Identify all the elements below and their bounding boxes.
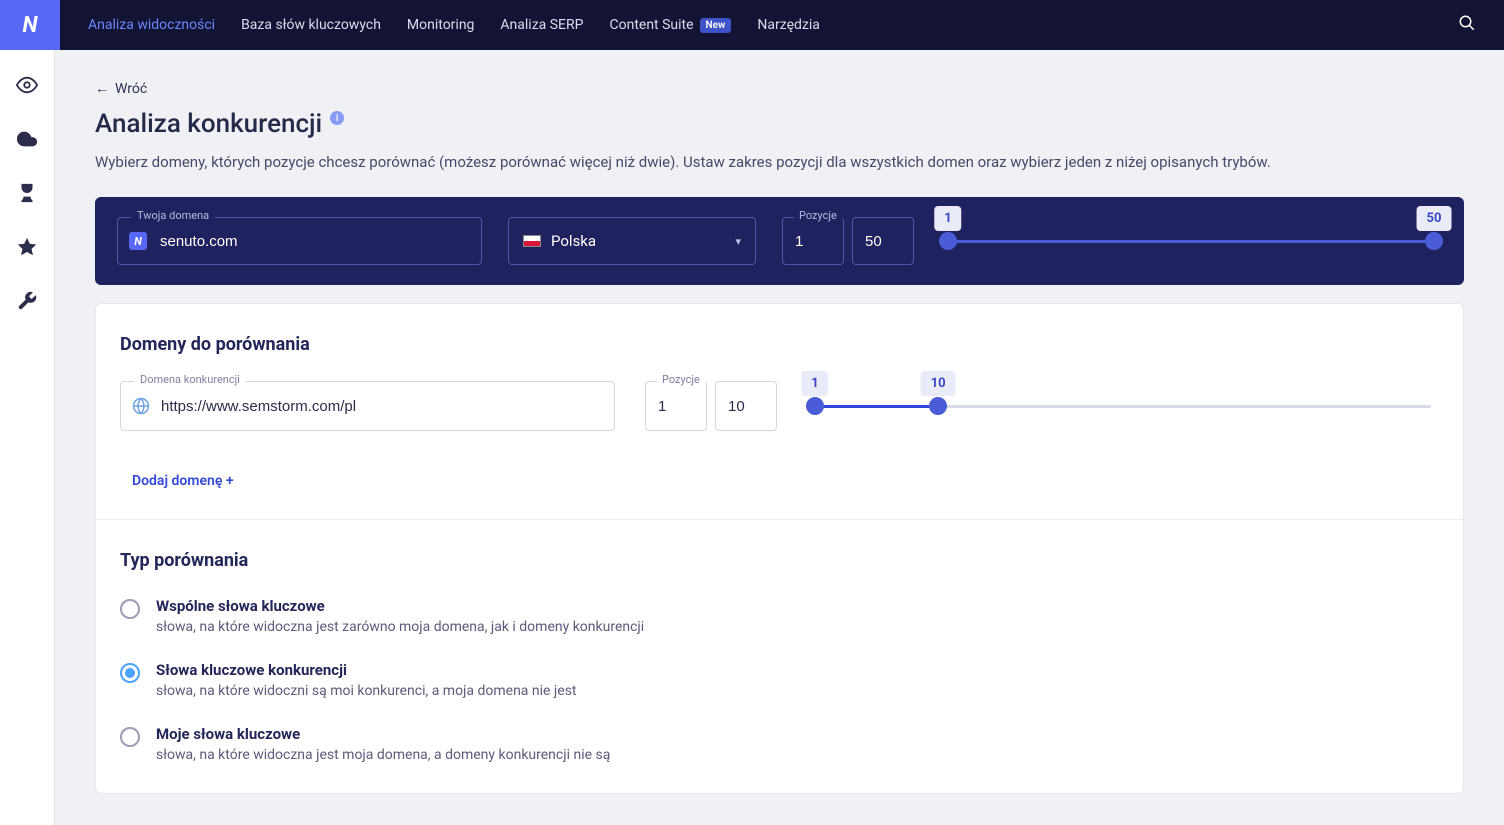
position-slider[interactable]: 1 10 — [807, 391, 1439, 422]
nav-label: Baza słów kluczowych — [241, 17, 381, 33]
trophy-icon[interactable] — [16, 182, 38, 208]
radio-option-my[interactable]: Moje słowa kluczowe słowa, na które wido… — [120, 725, 1439, 763]
radio-title: Moje słowa kluczowe — [156, 725, 610, 743]
country-label: Polska — [551, 232, 596, 250]
slider-thumb-min[interactable] — [939, 232, 957, 250]
nav-keyword-database[interactable]: Baza słów kluczowych — [233, 11, 389, 39]
nav-label: Analiza widoczności — [88, 17, 215, 33]
slider-thumb-max[interactable] — [929, 397, 947, 415]
radio-title: Wspólne słowa kluczowe — [156, 597, 644, 615]
section-title: Typ porównania — [120, 550, 1439, 571]
add-domain-label: Dodaj domenę + — [132, 473, 234, 489]
radio-title: Słowa kluczowe konkurencji — [156, 661, 577, 679]
slider-bubble-min: 1 — [801, 371, 828, 396]
info-icon[interactable]: i — [330, 111, 344, 125]
search-icon[interactable] — [1450, 6, 1484, 44]
nav-label: Analiza SERP — [500, 17, 583, 33]
radio-description: słowa, na które widoczna jest moja domen… — [156, 747, 610, 763]
nav-label: Narzędzia — [757, 17, 819, 33]
eye-icon[interactable] — [16, 74, 38, 100]
nav-content-suite[interactable]: Content Suite New — [601, 11, 739, 39]
compare-card: Domeny do porównania Domena konkurencji … — [95, 303, 1464, 794]
slider-bubble-min: 1 — [934, 206, 961, 231]
nav-tools[interactable]: Narzędzia — [749, 11, 827, 39]
your-domain-input[interactable] — [117, 217, 482, 265]
section-title: Domeny do porównania — [120, 334, 1439, 355]
radio-button[interactable] — [120, 663, 140, 683]
chevron-down-icon: ▾ — [735, 235, 741, 248]
position-to-input[interactable] — [852, 217, 914, 265]
page-title: Analiza konkurencji i — [95, 109, 1464, 139]
radio-button[interactable] — [120, 727, 140, 747]
radio-description: słowa, na które widoczna jest zarówno mo… — [156, 619, 644, 635]
divider — [96, 519, 1463, 520]
nav-label: Content Suite — [609, 17, 693, 33]
position-inputs: Pozycje — [782, 217, 914, 265]
position-from-input[interactable] — [645, 381, 707, 431]
input-label: Pozycje — [794, 209, 842, 222]
slider-bubble-max: 50 — [1417, 206, 1452, 231]
your-domain-panel: Twoja domena N Polska ▾ Pozycje 1 50 — [95, 197, 1464, 285]
star-icon[interactable] — [16, 236, 38, 262]
radio-option-competitor[interactable]: Słowa kluczowe konkurencji słowa, na któ… — [120, 661, 1439, 699]
radio-option-common[interactable]: Wspólne słowa kluczowe słowa, na które w… — [120, 597, 1439, 635]
country-select[interactable]: Polska ▾ — [508, 217, 756, 265]
position-inputs: Pozycje — [645, 381, 777, 431]
logo[interactable]: N — [0, 0, 60, 50]
back-button[interactable]: ← Wróć — [95, 80, 147, 97]
position-from-input[interactable] — [782, 217, 844, 265]
add-domain-button[interactable]: Dodaj domenę + — [132, 473, 234, 489]
position-to-input[interactable] — [715, 381, 777, 431]
wrench-icon[interactable] — [16, 290, 38, 316]
competitor-row: Domena konkurencji Pozycje 1 — [120, 381, 1439, 431]
flag-icon — [523, 235, 541, 247]
input-label: Twoja domena — [131, 209, 215, 222]
nav-serp-analysis[interactable]: Analiza SERP — [492, 11, 591, 39]
top-nav-items: Analiza widoczności Baza słów kluczowych… — [80, 11, 1450, 39]
main-content: ← Wróć Analiza konkurencji i Wybierz dom… — [55, 50, 1504, 825]
domain-brand-icon: N — [129, 232, 147, 250]
nav-visibility-analysis[interactable]: Analiza widoczności — [80, 11, 223, 39]
competitor-input-wrap: Domena konkurencji — [120, 381, 615, 431]
competitor-domain-input[interactable] — [120, 381, 615, 431]
slider-thumb-max[interactable] — [1425, 232, 1443, 250]
nav-monitoring[interactable]: Monitoring — [399, 11, 483, 39]
radio-description: słowa, na które widoczni są moi konkuren… — [156, 683, 577, 699]
your-domain-input-wrap: Twoja domena N — [117, 217, 482, 265]
top-nav: N Analiza widoczności Baza słów kluczowy… — [0, 0, 1504, 50]
radio-button[interactable] — [120, 599, 140, 619]
arrow-left-icon: ← — [95, 80, 109, 97]
back-label: Wróć — [115, 81, 147, 97]
position-slider[interactable]: 1 50 — [940, 226, 1442, 257]
input-label: Pozycje — [657, 373, 705, 386]
page-subtitle: Wybierz domeny, których pozycje chcesz p… — [95, 153, 1464, 171]
slider-thumb-min[interactable] — [806, 397, 824, 415]
globe-icon — [132, 397, 150, 415]
side-nav — [0, 50, 55, 825]
slider-bubble-max: 10 — [921, 371, 956, 396]
nav-label: Monitoring — [407, 17, 475, 33]
input-label: Domena konkurencji — [134, 373, 246, 386]
cloud-icon[interactable] — [16, 128, 38, 154]
new-badge: New — [700, 18, 732, 33]
